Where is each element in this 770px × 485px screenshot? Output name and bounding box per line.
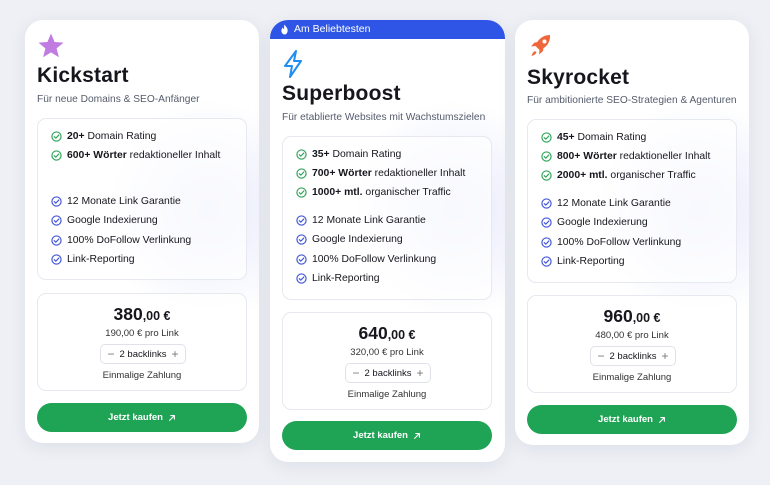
feature-word-count: 800+ Wörter redaktioneller Inhalt — [541, 151, 710, 162]
check-circle-icon — [296, 234, 307, 245]
feature-dofollow: 100% DoFollow Verlinkung — [296, 254, 436, 265]
buy-now-button[interactable]: Jetzt kaufen — [282, 421, 492, 450]
price-per-link: 320,00 € pro Link — [350, 347, 424, 358]
plan-card-kickstart: Kickstart Für neue Domains & SEO-Anfänge… — [25, 20, 259, 443]
decrement-button[interactable]: − — [351, 367, 361, 379]
buy-now-button[interactable]: Jetzt kaufen — [37, 403, 247, 432]
increment-button[interactable]: + — [415, 367, 425, 379]
check-circle-icon — [541, 151, 552, 162]
plan-subtitle: Für neue Domains & SEO-Anfänger — [37, 94, 200, 105]
check-circle-icon — [51, 196, 62, 207]
lightning-icon — [282, 50, 304, 78]
price: 380,00 € — [113, 304, 171, 324]
plan-card-skyrocket: Skyrocket Für ambitionierte SEO-Strategi… — [515, 20, 749, 445]
backlinks-stepper: − 2 backlinks + — [590, 346, 676, 366]
check-circle-icon — [296, 149, 307, 160]
feature-traffic: 1000+ mtl. organischer Traffic — [296, 187, 451, 198]
star-icon — [37, 32, 65, 60]
check-circle-icon — [296, 273, 307, 284]
check-circle-icon — [541, 198, 552, 209]
popular-badge: Am Beliebtesten — [270, 20, 505, 39]
check-circle-icon — [296, 254, 307, 265]
price-box: 380,00 € 190,00 € pro Link − 2 backlinks… — [37, 293, 247, 391]
payment-note: Einmalige Zahlung — [102, 370, 182, 381]
check-circle-icon — [51, 150, 62, 161]
check-circle-icon — [51, 215, 62, 226]
plan-subtitle: Für ambitionierte SEO-Strategien & Agent… — [527, 95, 737, 106]
feature-dofollow: 100% DoFollow Verlinkung — [541, 237, 681, 248]
plan-card-superboost: Am Beliebtesten Superboost Für etabliert… — [270, 20, 505, 462]
feature-google-indexing: Google Indexierung — [296, 234, 403, 245]
arrow-up-right-icon — [413, 432, 421, 440]
check-circle-icon — [51, 131, 62, 142]
increment-button[interactable]: + — [660, 350, 670, 362]
plan-subtitle: Für etablierte Websites mit Wachstumszie… — [282, 112, 486, 123]
feature-domain-rating: 35+ Domain Rating — [296, 149, 401, 160]
check-circle-icon — [296, 168, 307, 179]
feature-link-guarantee: 12 Monate Link Garantie — [296, 215, 426, 226]
flame-icon — [281, 24, 288, 35]
feature-link-reporting: Link-Reporting — [51, 254, 135, 265]
feature-google-indexing: Google Indexierung — [51, 215, 158, 226]
plan-name: Skyrocket — [527, 66, 630, 89]
check-circle-icon — [541, 170, 552, 181]
feature-link-guarantee: 12 Monate Link Garantie — [51, 196, 181, 207]
backlinks-stepper: − 2 backlinks + — [100, 344, 186, 364]
buy-now-button[interactable]: Jetzt kaufen — [527, 405, 737, 434]
backlinks-count: 2 backlinks — [119, 348, 167, 360]
price-box: 960,00 € 480,00 € pro Link − 2 backlinks… — [527, 295, 737, 393]
price-per-link: 190,00 € pro Link — [105, 328, 179, 339]
backlinks-stepper: − 2 backlinks + — [345, 363, 431, 383]
payment-note: Einmalige Zahlung — [347, 389, 427, 400]
increment-button[interactable]: + — [170, 348, 180, 360]
plan-name: Superboost — [282, 82, 401, 105]
payment-note: Einmalige Zahlung — [592, 372, 672, 383]
feature-traffic: 2000+ mtl. organischer Traffic — [541, 170, 696, 181]
check-circle-icon — [51, 254, 62, 265]
check-circle-icon — [51, 235, 62, 246]
decrement-button[interactable]: − — [596, 350, 606, 362]
rocket-icon — [527, 32, 555, 60]
feature-link-guarantee: 12 Monate Link Garantie — [541, 198, 671, 209]
feature-google-indexing: Google Indexierung — [541, 217, 648, 228]
arrow-up-right-icon — [168, 414, 176, 422]
plan-name: Kickstart — [37, 64, 129, 87]
feature-list: 20+ Domain Rating 600+ Wörter redaktione… — [37, 118, 247, 280]
check-circle-icon — [541, 237, 552, 248]
feature-word-count: 700+ Wörter redaktioneller Inhalt — [296, 168, 465, 179]
feature-word-count: 600+ Wörter redaktioneller Inhalt — [51, 150, 220, 161]
check-circle-icon — [296, 215, 307, 226]
feature-link-reporting: Link-Reporting — [296, 273, 380, 284]
check-circle-icon — [296, 187, 307, 198]
price: 640,00 € — [358, 323, 416, 343]
feature-domain-rating: 20+ Domain Rating — [51, 131, 156, 142]
price-per-link: 480,00 € pro Link — [595, 330, 669, 341]
check-circle-icon — [541, 217, 552, 228]
arrow-up-right-icon — [658, 416, 666, 424]
feature-list: 35+ Domain Rating 700+ Wörter redaktione… — [282, 136, 492, 300]
feature-dofollow: 100% DoFollow Verlinkung — [51, 235, 191, 246]
price-box: 640,00 € 320,00 € pro Link − 2 backlinks… — [282, 312, 492, 410]
feature-domain-rating: 45+ Domain Rating — [541, 132, 646, 143]
check-circle-icon — [541, 132, 552, 143]
decrement-button[interactable]: − — [106, 348, 116, 360]
backlinks-count: 2 backlinks — [364, 367, 412, 379]
backlinks-count: 2 backlinks — [609, 350, 657, 362]
check-circle-icon — [541, 256, 552, 267]
feature-link-reporting: Link-Reporting — [541, 256, 625, 267]
price: 960,00 € — [603, 306, 661, 326]
feature-list: 45+ Domain Rating 800+ Wörter redaktione… — [527, 119, 737, 283]
